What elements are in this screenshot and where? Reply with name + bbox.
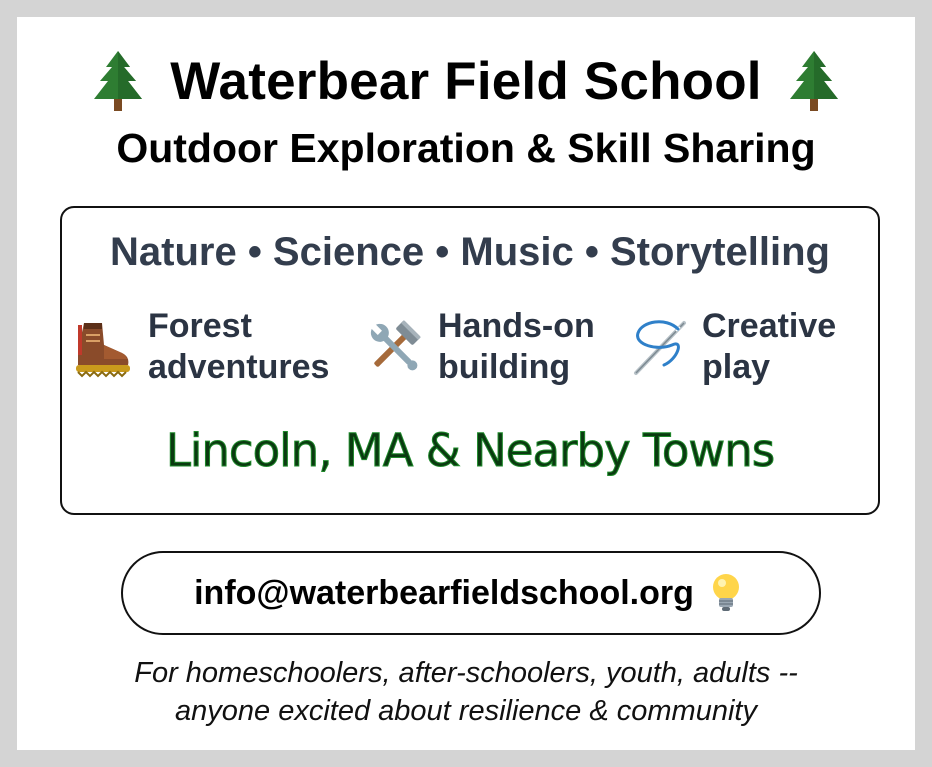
needle-thread-icon [634, 320, 686, 375]
hiking-boot-icon [76, 323, 130, 378]
feature-creative-play: Creative play [628, 306, 902, 388]
tagline-line: For homeschoolers, after-schoolers, yout… [134, 657, 798, 689]
audience-tagline: For homeschoolers, after-schoolers, yout… [17, 654, 915, 730]
feature-label-line: adventures [148, 348, 330, 386]
program-panel: Nature • Science • Music • Storytelling … [60, 206, 880, 515]
email-link[interactable]: info@waterbearfieldschool.org [194, 574, 694, 613]
hammer-wrench-icon [370, 320, 421, 371]
feature-label: Forest adventures [148, 306, 348, 388]
feature-label-line: play [702, 348, 771, 386]
evergreen-tree-icon [789, 51, 838, 111]
flyer-card: Waterbear Field School Outdoor Explorati… [17, 17, 915, 750]
lightbulb-icon [712, 574, 739, 611]
title-row: Waterbear Field School [17, 49, 915, 113]
page-title: Waterbear Field School [170, 51, 762, 111]
feature-hands-on-building: Hands-on building [362, 306, 638, 388]
feature-label-line: Forest [148, 307, 252, 345]
page-subtitle: Outdoor Exploration & Skill Sharing [116, 125, 816, 171]
feature-label: Hands-on building [438, 306, 638, 388]
tagline-line: anyone excited about resilience & commun… [175, 695, 757, 727]
topics-line: Nature • Science • Music • Storytelling [110, 230, 830, 274]
feature-label-line: Creative [702, 307, 837, 345]
location-text: Lincoln, MA & Nearby Towns [165, 424, 775, 478]
feature-label: Creative play [702, 306, 902, 388]
feature-label-line: Hands-on [438, 307, 595, 345]
contact-pill: info@waterbearfieldschool.org [121, 551, 821, 635]
feature-forest-adventures: Forest adventures [70, 306, 348, 388]
feature-label-line: building [438, 348, 571, 386]
evergreen-tree-icon [94, 51, 143, 111]
